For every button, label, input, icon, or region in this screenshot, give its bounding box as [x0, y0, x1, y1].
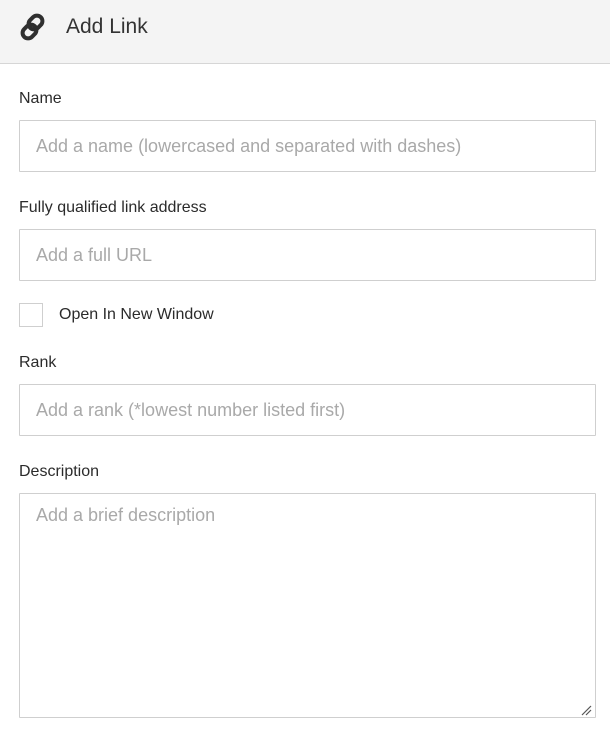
- link-icon: [18, 12, 48, 42]
- url-input[interactable]: [19, 229, 596, 281]
- open-new-window-label[interactable]: Open In New Window: [59, 305, 214, 325]
- open-new-window-checkbox[interactable]: [19, 303, 43, 327]
- url-label: Fully qualified link address: [19, 199, 207, 216]
- rank-label: Rank: [19, 354, 57, 371]
- description-label: Description: [19, 463, 100, 480]
- page-title: Add Link: [66, 15, 148, 38]
- name-label: Name: [19, 90, 62, 107]
- description-textarea[interactable]: [19, 493, 596, 718]
- name-input[interactable]: [19, 120, 596, 172]
- resize-grip-icon[interactable]: [580, 703, 592, 716]
- rank-input[interactable]: [19, 384, 596, 436]
- dialog-header: Add Link: [0, 0, 610, 64]
